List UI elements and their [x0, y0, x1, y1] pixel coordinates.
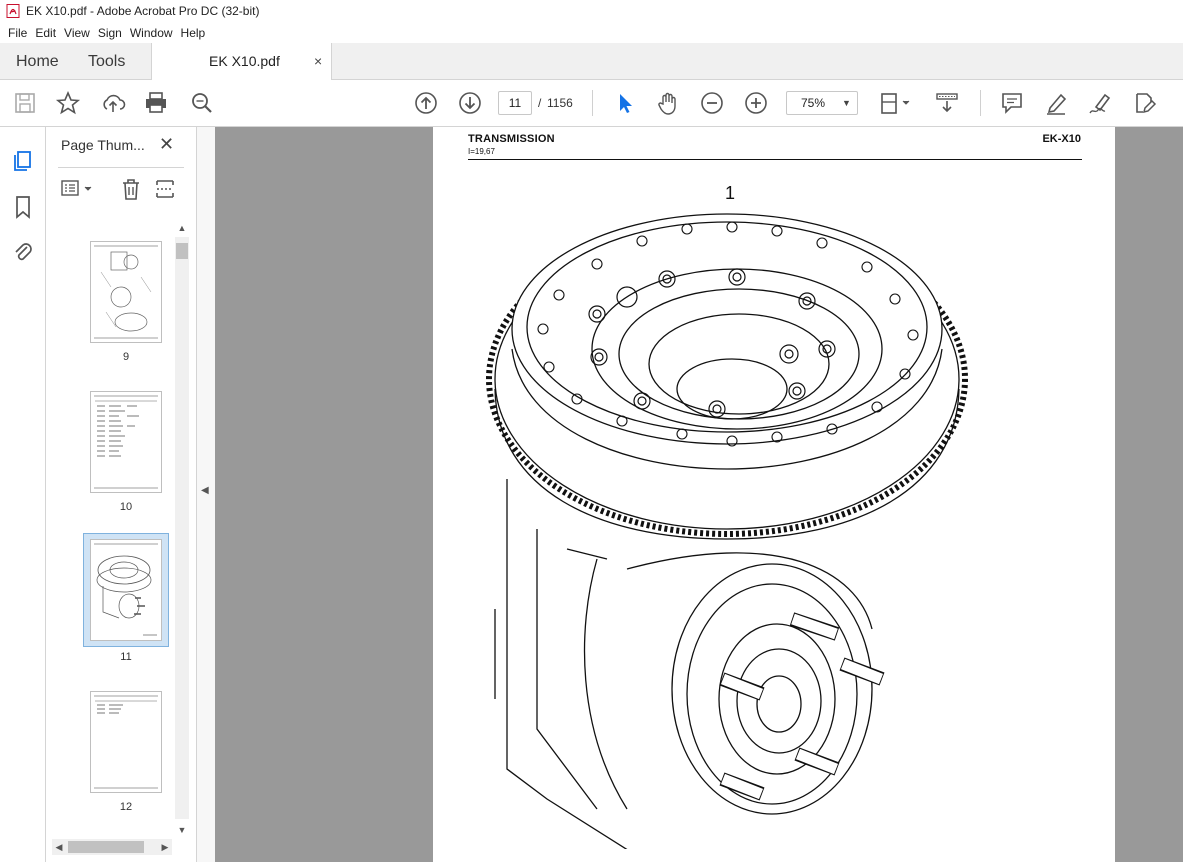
document-view[interactable]: TRANSMISSION I=19,67 EK-X10 1	[215, 127, 1183, 862]
close-tab-button[interactable]: ×	[314, 43, 322, 80]
menu-view[interactable]: View	[60, 26, 94, 40]
tab-home[interactable]: Home	[16, 43, 59, 80]
page-number-input[interactable]: 11	[498, 91, 532, 115]
hand-icon[interactable]	[655, 90, 681, 116]
transmission-drawing	[486, 213, 968, 849]
document-tab-label: EK X10.pdf	[209, 53, 280, 69]
toolbar-divider	[592, 90, 593, 116]
page-header-subtitle: I=19,67	[468, 147, 495, 156]
page-total: 1156	[547, 96, 573, 110]
menu-edit[interactable]: Edit	[31, 26, 60, 40]
save-icon[interactable]	[12, 90, 38, 116]
tab-document[interactable]: EK X10.pdf ×	[151, 43, 332, 80]
menu-sign[interactable]: Sign	[94, 26, 126, 40]
tab-tools[interactable]: Tools	[88, 43, 125, 80]
pane-collapse-strip[interactable]: ◀	[197, 127, 215, 862]
comment-icon[interactable]	[999, 90, 1025, 116]
thumbnail-preview	[94, 395, 158, 489]
fit-page-icon[interactable]	[878, 90, 914, 116]
zoom-out-icon[interactable]	[699, 90, 725, 116]
thumbnail-page-12[interactable]	[90, 691, 162, 793]
left-rail	[0, 127, 46, 862]
thumbnail-page-number: 10	[119, 501, 133, 513]
bookmark-icon[interactable]	[10, 194, 36, 220]
page-thumbnails-icon[interactable]	[10, 147, 36, 173]
tab-bar: Home Tools EK X10.pdf ×	[0, 43, 1183, 80]
zoom-search-icon[interactable]	[189, 90, 215, 116]
menu-window[interactable]: Window	[126, 26, 177, 40]
thumbnail-page-9[interactable]	[90, 241, 162, 343]
zoom-level-value: 75%	[801, 96, 826, 110]
trash-icon[interactable]	[119, 177, 143, 201]
thumbnail-page-number: 9	[122, 351, 130, 363]
thumbnail-page-10[interactable]	[90, 391, 162, 493]
acrobat-pdf-icon	[6, 4, 20, 18]
zoom-in-icon[interactable]	[743, 90, 769, 116]
scroll-thumb[interactable]	[176, 243, 188, 259]
arrow-up-circle-icon[interactable]	[413, 90, 439, 116]
scroll-left-icon[interactable]: ◀	[52, 839, 66, 855]
thumbnail-options-icon[interactable]	[60, 177, 96, 201]
thumbnail-horizontal-scrollbar[interactable]: ◀ ▶	[52, 839, 172, 855]
arrow-down-circle-icon[interactable]	[457, 90, 483, 116]
acrobat-window: EK X10.pdf - Adobe Acrobat Pro DC (32-bi…	[0, 0, 1183, 862]
page-header-model: EK-X10	[1042, 133, 1081, 145]
page-header-title: TRANSMISSION	[468, 133, 555, 145]
menu-help[interactable]: Help	[177, 26, 210, 40]
pdf-page: TRANSMISSION I=19,67 EK-X10 1	[433, 127, 1115, 862]
sign-pen-icon[interactable]	[1087, 90, 1113, 116]
toolbar-divider	[980, 90, 981, 116]
title-bar: EK X10.pdf - Adobe Acrobat Pro DC (32-bi…	[0, 0, 1183, 22]
pane-title: Page Thum...	[61, 137, 145, 153]
scroll-mode-icon[interactable]	[934, 90, 960, 116]
header-rule	[468, 159, 1082, 160]
star-icon[interactable]	[55, 90, 81, 116]
scroll-up-icon[interactable]: ▲	[175, 221, 189, 235]
extract-pages-icon[interactable]	[153, 177, 177, 201]
thumbnail-preview	[94, 695, 158, 789]
scroll-right-icon[interactable]: ▶	[158, 839, 172, 855]
figure-callout: 1	[725, 183, 736, 203]
chevron-down-icon: ▼	[842, 98, 851, 108]
menu-file[interactable]: File	[4, 26, 31, 40]
page-separator: /	[538, 96, 542, 110]
thumbnail-preview	[94, 543, 158, 636]
upload-icon[interactable]	[100, 90, 126, 116]
window-title: EK X10.pdf - Adobe Acrobat Pro DC (32-bi…	[26, 4, 260, 18]
highlight-pen-icon[interactable]	[1043, 90, 1069, 116]
thumbnail-preview	[94, 245, 158, 339]
collapse-left-icon[interactable]: ◀	[201, 485, 209, 496]
share-edit-icon[interactable]	[1131, 90, 1157, 116]
scroll-down-icon[interactable]: ▼	[175, 823, 189, 837]
scroll-track[interactable]	[175, 237, 189, 819]
paperclip-icon[interactable]	[10, 239, 36, 265]
menu-bar: File Edit View Sign Window Help	[0, 22, 1183, 43]
thumbnails-pane: Page Thum... ✕ 9 10 11 12 ▲ ▼ ◀ ▶	[46, 127, 197, 862]
scroll-thumb[interactable]	[68, 841, 144, 853]
thumbnail-list: 9 10 11 12	[46, 219, 174, 839]
close-icon[interactable]: ✕	[159, 134, 174, 155]
pane-divider	[58, 167, 184, 168]
cursor-arrow-icon[interactable]	[612, 90, 638, 116]
thumbnail-page-number: 12	[119, 801, 133, 813]
thumbnail-vertical-scrollbar[interactable]: ▲ ▼	[175, 219, 189, 839]
thumbnail-page-number: 11	[120, 651, 132, 663]
print-icon[interactable]	[143, 90, 169, 116]
thumbnail-page-11[interactable]	[90, 539, 162, 641]
zoom-level-dropdown[interactable]: 75% ▼	[786, 91, 858, 115]
